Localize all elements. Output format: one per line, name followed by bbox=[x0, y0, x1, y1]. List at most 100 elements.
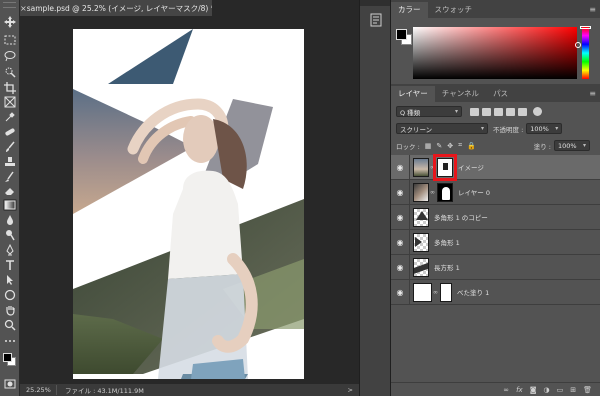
new-layer-icon[interactable]: ⊞ bbox=[570, 386, 576, 394]
canvas-area[interactable] bbox=[20, 16, 359, 384]
visibility-eye-icon[interactable]: ◉ bbox=[391, 188, 409, 197]
layer-thumbnail[interactable] bbox=[413, 157, 429, 177]
blend-mode-select[interactable]: スクリーン ▾ bbox=[396, 123, 488, 134]
layer-row-polygon-copy[interactable]: ◉ 多角形 1 のコピー bbox=[391, 204, 600, 230]
link-layers-icon[interactable]: ∞ bbox=[503, 386, 509, 394]
color-saturation-field[interactable] bbox=[413, 27, 577, 79]
type-tool-icon[interactable] bbox=[3, 259, 17, 271]
eraser-tool-icon[interactable] bbox=[3, 185, 17, 197]
trash-icon[interactable]: 🗑 bbox=[583, 386, 592, 394]
more-tools-icon[interactable] bbox=[3, 335, 17, 347]
visibility-eye-icon[interactable]: ◉ bbox=[391, 288, 409, 297]
color-panel-menu-icon[interactable]: ≡ bbox=[589, 2, 596, 18]
link-icon[interactable]: ∞ bbox=[432, 289, 439, 296]
visibility-eye-icon[interactable]: ◉ bbox=[391, 263, 409, 272]
layer-row-solid-fill[interactable]: ◉ ∞ べた塗り 1 bbox=[391, 279, 600, 305]
lock-all-icon[interactable]: 🔒 bbox=[467, 142, 476, 150]
link-icon[interactable]: ∞ bbox=[429, 164, 436, 171]
layer-name[interactable]: レイヤー 0 bbox=[458, 187, 490, 197]
fill-field[interactable]: 100% ▾ bbox=[554, 140, 590, 151]
dock-header[interactable] bbox=[360, 0, 390, 6]
lock-artboard-icon[interactable]: ⌗ bbox=[458, 141, 462, 150]
layer-row-polygon[interactable]: ◉ 多角形 1 bbox=[391, 229, 600, 255]
status-menu-arrow[interactable]: > bbox=[348, 386, 353, 394]
layer-name[interactable]: 多角形 1 bbox=[434, 237, 460, 247]
zoom-tool-icon[interactable] bbox=[3, 319, 17, 331]
visibility-eye-icon[interactable]: ◉ bbox=[391, 238, 409, 247]
blur-tool-icon[interactable] bbox=[3, 214, 17, 226]
lock-image-icon[interactable]: ✎ bbox=[436, 142, 442, 150]
lasso-tool-icon[interactable] bbox=[3, 50, 17, 62]
crop-tool-icon[interactable] bbox=[3, 82, 17, 94]
quick-selection-tool-icon[interactable] bbox=[3, 66, 17, 78]
shape-tool-icon[interactable] bbox=[3, 289, 17, 301]
shape-filter-icon[interactable] bbox=[506, 107, 515, 116]
foreground-color-swatch[interactable] bbox=[3, 353, 12, 362]
layer-thumbnail[interactable] bbox=[413, 282, 432, 302]
layer-name[interactable]: 長方形 1 bbox=[434, 262, 460, 272]
document-tab[interactable]: × sample.psd @ 25.2% (イメージ, レイヤーマスク/8) * bbox=[20, 0, 212, 16]
history-panel-icon[interactable] bbox=[370, 12, 382, 27]
pixel-filter-icon[interactable] bbox=[470, 107, 479, 116]
filter-toggle-icon[interactable] bbox=[533, 107, 542, 116]
gradient-tool-icon[interactable] bbox=[3, 199, 17, 211]
tab-swatches[interactable]: スウォッチ bbox=[428, 2, 480, 18]
top-triangle-shape bbox=[108, 29, 193, 84]
path-selection-tool-icon[interactable] bbox=[3, 274, 17, 286]
layer-thumbnail[interactable] bbox=[413, 232, 429, 252]
adjustment-layer-icon[interactable]: ◑ bbox=[544, 386, 550, 394]
group-folder-icon[interactable]: ▭ bbox=[557, 386, 564, 394]
document-canvas[interactable] bbox=[73, 29, 304, 379]
zoom-level[interactable]: 25.25% bbox=[20, 386, 56, 394]
layer-thumbnail[interactable] bbox=[413, 182, 429, 202]
layer-row-image[interactable]: ◉ ∞ イメージ bbox=[391, 153, 600, 181]
add-mask-icon[interactable]: ◙ bbox=[530, 386, 537, 394]
dodge-tool-icon[interactable] bbox=[3, 229, 17, 241]
brush-tool-icon[interactable] bbox=[3, 141, 17, 153]
toolbar-grip[interactable] bbox=[3, 2, 16, 8]
layer-mask-thumbnail[interactable] bbox=[437, 182, 453, 202]
move-tool-icon[interactable] bbox=[3, 16, 17, 28]
pen-tool-icon[interactable] bbox=[3, 244, 17, 256]
fx-icon[interactable]: fx bbox=[516, 386, 523, 394]
opacity-value: 100% bbox=[530, 124, 549, 133]
frame-tool-icon[interactable] bbox=[3, 96, 17, 108]
stamp-tool-icon[interactable] bbox=[3, 156, 17, 168]
layer-name[interactable]: 多角形 1 のコピー bbox=[434, 212, 488, 222]
collapsed-panel-dock bbox=[359, 0, 391, 396]
layer-row-rectangle[interactable]: ◉ 長方形 1 bbox=[391, 254, 600, 280]
quick-mask-icon[interactable] bbox=[3, 378, 17, 390]
color-swatches[interactable] bbox=[3, 350, 17, 368]
type-filter-icon[interactable] bbox=[494, 107, 503, 116]
layer-kind-filter[interactable]: Q 種類 ▾ bbox=[396, 106, 462, 117]
layer-row-layer-0[interactable]: ◉ ∞ レイヤー 0 bbox=[391, 179, 600, 205]
link-icon[interactable]: ∞ bbox=[429, 189, 436, 196]
history-brush-tool-icon[interactable] bbox=[3, 171, 17, 183]
lock-position-icon[interactable]: ✥ bbox=[447, 142, 453, 150]
layer-name[interactable]: イメージ bbox=[458, 162, 484, 172]
blend-mode-row: スクリーン ▾ 不透明度 : 100% ▾ bbox=[391, 121, 600, 136]
lock-transparency-icon[interactable]: ▦ bbox=[425, 142, 432, 150]
tab-color[interactable]: カラー bbox=[391, 2, 428, 18]
color-picker-cursor[interactable] bbox=[575, 42, 581, 48]
eyedropper-tool-icon[interactable] bbox=[3, 111, 17, 123]
document-tab-bar: × sample.psd @ 25.2% (イメージ, レイヤーマスク/8) * bbox=[20, 0, 359, 16]
hand-tool-icon[interactable] bbox=[3, 304, 17, 316]
color-foreground-swatch[interactable] bbox=[396, 29, 407, 40]
marquee-tool-icon[interactable] bbox=[3, 34, 17, 46]
healing-brush-tool-icon[interactable] bbox=[3, 126, 17, 138]
layer-name[interactable]: べた塗り 1 bbox=[457, 287, 489, 297]
layer-thumbnail[interactable] bbox=[413, 207, 429, 227]
layer-thumbnail[interactable] bbox=[413, 257, 429, 277]
hue-slider-handle[interactable] bbox=[580, 26, 591, 29]
smart-object-filter-icon[interactable] bbox=[518, 107, 527, 116]
opacity-field[interactable]: 100% ▾ bbox=[526, 123, 563, 134]
layer-mask-thumbnail[interactable] bbox=[440, 282, 452, 302]
fill-label: 塗り : bbox=[533, 142, 551, 151]
tab-close-icon[interactable]: × bbox=[20, 4, 27, 13]
visibility-eye-icon[interactable]: ◉ bbox=[391, 213, 409, 222]
layer-mask-thumbnail[interactable] bbox=[433, 153, 457, 181]
hue-slider-bar[interactable] bbox=[582, 27, 589, 79]
visibility-eye-icon[interactable]: ◉ bbox=[391, 163, 409, 172]
adjustment-filter-icon[interactable] bbox=[482, 107, 491, 116]
